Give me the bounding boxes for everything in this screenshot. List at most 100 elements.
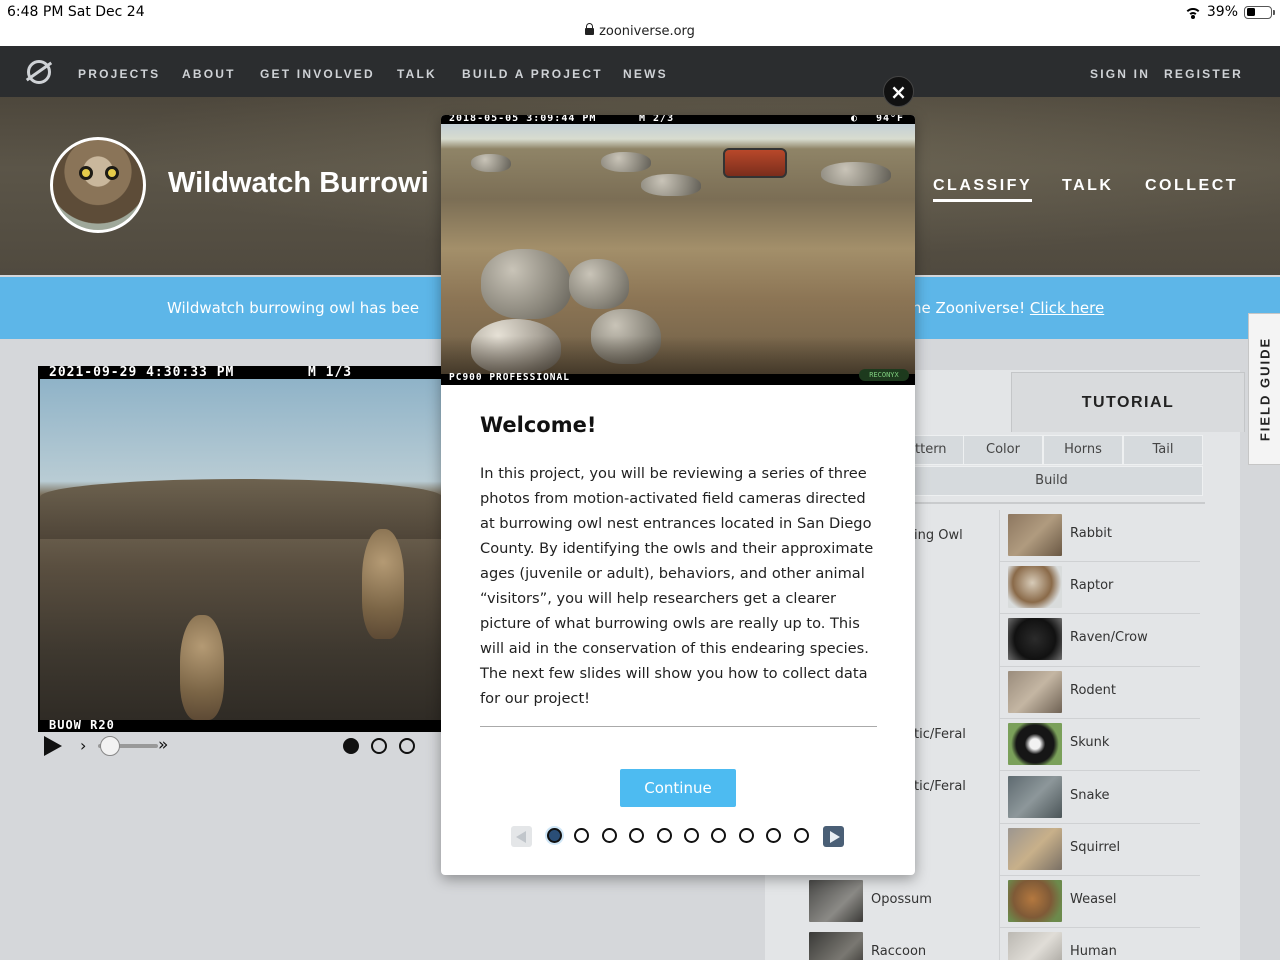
modal-body-text: In this project, you will be reviewing a… — [480, 465, 874, 707]
battery-icon — [1244, 5, 1275, 19]
filter-horns[interactable]: Horns — [1043, 435, 1123, 465]
filter-tail[interactable]: Tail — [1123, 435, 1203, 465]
step-dot-10[interactable] — [794, 828, 809, 843]
squirrel-thumbnail — [1008, 828, 1062, 870]
rodent-thumbnail — [1008, 671, 1062, 713]
previous-step-icon[interactable] — [511, 826, 532, 847]
choice-squirrel[interactable]: Squirrel — [1008, 824, 1198, 876]
modal-divider — [480, 726, 877, 727]
next-step-icon[interactable] — [823, 826, 844, 847]
step-dot-8[interactable] — [739, 828, 754, 843]
step-forward-icon[interactable]: › — [80, 736, 86, 755]
fast-forward-icon[interactable]: » — [158, 735, 168, 755]
choice-raccoon[interactable]: Raccoon — [809, 928, 989, 960]
choice-raptor[interactable]: Raptor — [1008, 562, 1198, 614]
choice-weasel[interactable]: Weasel — [1008, 876, 1198, 928]
step-dot-4[interactable] — [629, 828, 644, 843]
choice-burrowing-owl-label[interactable]: ing Owl — [914, 528, 963, 543]
tutorial-image-timestamp: 2018-05-05 3:09:44 PM — [449, 115, 597, 124]
step-dot-6[interactable] — [684, 828, 699, 843]
choice-rabbit[interactable]: Rabbit — [1008, 510, 1198, 562]
human-thumbnail — [1008, 932, 1062, 960]
top-navigation: PROJECTS ABOUT GET INVOLVED TALK BUILD A… — [0, 46, 1280, 97]
nav-projects[interactable]: PROJECTS — [78, 67, 160, 81]
weasel-thumbnail — [1008, 880, 1062, 922]
continue-button[interactable]: Continue — [620, 769, 736, 807]
choice-domestic-feral-label[interactable]: tic/Feral — [914, 779, 966, 794]
choice-rodent[interactable]: Rodent — [1008, 667, 1198, 719]
tab-talk[interactable]: TALK — [1062, 177, 1113, 195]
filter-color[interactable]: Color — [963, 435, 1043, 465]
owl-figure — [180, 615, 224, 720]
raven-crow-thumbnail — [1008, 618, 1062, 660]
owl-figure — [362, 529, 404, 639]
step-dot-5[interactable] — [657, 828, 672, 843]
tutorial-image: 2018-05-05 3:09:44 PM M 2/3 ◐ 94°F PC900… — [441, 115, 915, 385]
speed-slider-thumb[interactable] — [100, 736, 120, 756]
step-dot-9[interactable] — [766, 828, 781, 843]
frame-dot-1[interactable] — [343, 738, 359, 754]
nav-news[interactable]: NEWS — [623, 67, 668, 81]
raptor-thumbnail — [1008, 566, 1062, 608]
status-time: 6:48 PM Sat Dec 24 — [7, 4, 145, 20]
field-guide-button[interactable]: FIELD GUIDE — [1248, 313, 1280, 465]
register-link[interactable]: REGISTER — [1164, 67, 1243, 81]
raccoon-thumbnail — [809, 932, 863, 960]
choice-domestic-feral-label[interactable]: tic/Feral — [914, 727, 966, 742]
nav-talk[interactable]: TALK — [397, 67, 437, 81]
tutorial-modal: 2018-05-05 3:09:44 PM M 2/3 ◐ 94°F PC900… — [441, 115, 915, 875]
tutorial-label: TUTORIAL — [1081, 394, 1175, 411]
choice-skunk[interactable]: Skunk — [1008, 719, 1198, 771]
url-text: zooniverse.org — [599, 24, 695, 39]
nav-about[interactable]: ABOUT — [182, 67, 236, 81]
play-icon[interactable] — [44, 736, 62, 756]
opossum-thumbnail — [809, 880, 863, 922]
banner-link[interactable]: Click here — [1030, 299, 1104, 317]
tutorial-image-camera: PC900 PROFESSIONAL — [449, 372, 570, 383]
address-bar[interactable]: zooniverse.org — [0, 23, 1280, 39]
step-dot-2[interactable] — [574, 828, 589, 843]
tutorial-image-temperature: 94°F — [876, 115, 905, 124]
skunk-thumbnail — [1008, 723, 1062, 765]
choice-opossum[interactable]: Opossum — [809, 876, 989, 928]
frame-dot-3[interactable] — [399, 738, 415, 754]
subject-viewer[interactable]: 2021-09-29 4:30:33 PM M 1/3 BUOW R20 — [38, 365, 442, 732]
tab-classify[interactable]: CLASSIFY — [933, 177, 1033, 202]
choice-snake[interactable]: Snake — [1008, 772, 1198, 824]
subject-controls: › » — [38, 732, 442, 760]
tutorial-step-indicator — [511, 825, 845, 849]
step-dot-7[interactable] — [711, 828, 726, 843]
lock-icon — [585, 23, 595, 35]
step-dot-1[interactable] — [547, 828, 562, 843]
wifi-icon — [1183, 6, 1202, 19]
sign-in-link[interactable]: SIGN IN — [1090, 67, 1150, 81]
project-avatar[interactable] — [50, 137, 146, 233]
tutorial-image-frame: M 2/3 — [639, 115, 675, 124]
modal-title: Welcome! — [480, 413, 597, 437]
tab-collect[interactable]: COLLECT — [1145, 177, 1238, 195]
banner-text-right: he Zooniverse! — [912, 299, 1030, 317]
battery-percent: 39% — [1206, 4, 1238, 20]
choice-human[interactable]: Human — [1008, 928, 1198, 960]
subject-camera-id: BUOW R20 — [49, 718, 115, 732]
nav-get-involved[interactable]: GET INVOLVED — [260, 67, 375, 81]
rabbit-thumbnail — [1008, 514, 1062, 556]
frame-dot-2[interactable] — [371, 738, 387, 754]
step-dot-3[interactable] — [602, 828, 617, 843]
zooniverse-logo-icon[interactable] — [27, 60, 51, 84]
status-indicators: 39% — [1183, 4, 1275, 20]
nav-build-a-project[interactable]: BUILD A PROJECT — [462, 67, 603, 81]
subject-frame-label: M 1/3 — [308, 365, 353, 380]
close-modal-button[interactable]: × — [883, 76, 914, 107]
subject-image[interactable] — [40, 379, 442, 720]
banner-text-left: Wildwatch burrowing owl has bee — [167, 299, 420, 317]
tutorial-tab[interactable]: TUTORIAL — [1011, 372, 1245, 432]
subject-timestamp: 2021-09-29 4:30:33 PM — [49, 365, 235, 380]
snake-thumbnail — [1008, 776, 1062, 818]
field-guide-label: FIELD GUIDE — [1257, 336, 1272, 442]
choice-raven-crow[interactable]: Raven/Crow — [1008, 614, 1198, 666]
project-title[interactable]: Wildwatch Burrowi — [168, 167, 429, 200]
filter-build[interactable]: Build — [900, 466, 1203, 496]
status-bar: 6:48 PM Sat Dec 24 zooniverse.org 39% — [0, 0, 1280, 46]
reconyx-logo: RECONYX — [859, 369, 909, 381]
